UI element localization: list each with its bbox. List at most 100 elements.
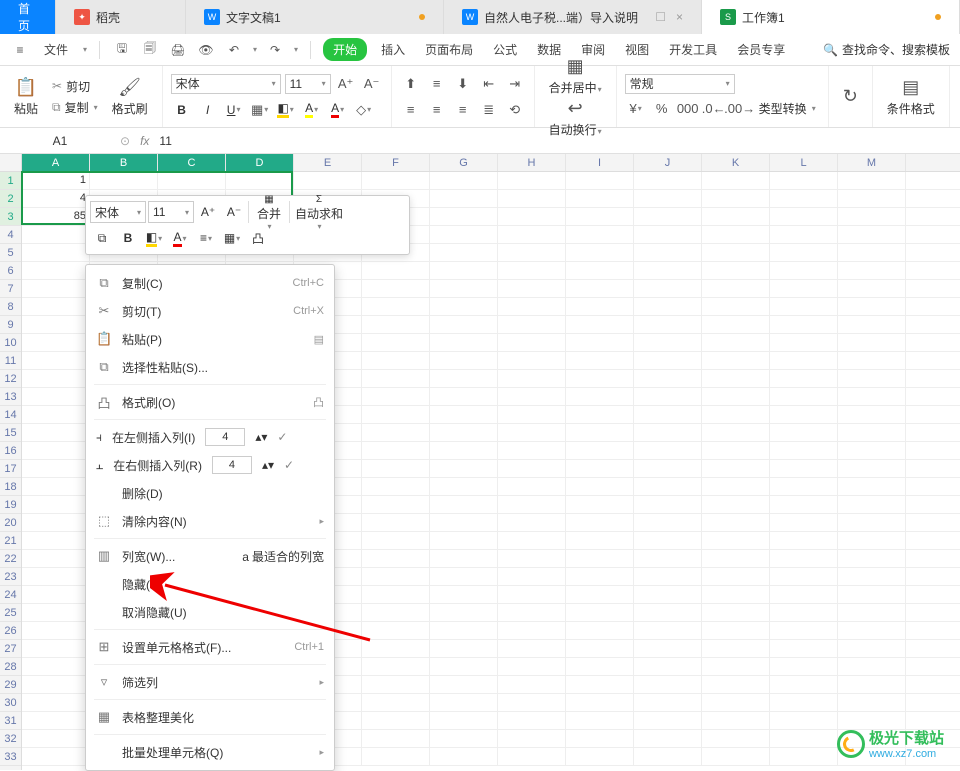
save-as-icon[interactable]: 🗐 xyxy=(140,40,160,60)
cell[interactable] xyxy=(838,316,906,333)
cell[interactable] xyxy=(430,460,498,477)
cell[interactable] xyxy=(22,748,90,765)
cell[interactable] xyxy=(634,460,702,477)
row-header[interactable]: 1 xyxy=(0,172,21,190)
type-convert-button[interactable]: 类型转换▾ xyxy=(755,99,820,118)
mini-font-color[interactable]: A▾ xyxy=(168,226,192,250)
undo-icon[interactable]: ↶ xyxy=(224,40,244,60)
row-header[interactable]: 11 xyxy=(0,352,21,370)
cell[interactable] xyxy=(22,262,90,279)
cell[interactable] xyxy=(22,298,90,315)
cell[interactable] xyxy=(498,190,566,207)
copy-button[interactable]: ⧉复制▾ xyxy=(48,98,102,117)
cell[interactable] xyxy=(838,352,906,369)
cell[interactable] xyxy=(566,568,634,585)
cell[interactable] xyxy=(430,658,498,675)
cell[interactable] xyxy=(498,694,566,711)
cell[interactable] xyxy=(362,478,430,495)
cell[interactable] xyxy=(770,352,838,369)
clear-format-button[interactable]: ◇▾ xyxy=(353,99,375,121)
cell[interactable] xyxy=(362,676,430,693)
cell[interactable] xyxy=(634,172,702,189)
cell[interactable] xyxy=(362,532,430,549)
cell[interactable] xyxy=(430,370,498,387)
row-header[interactable]: 8 xyxy=(0,298,21,316)
cell[interactable] xyxy=(498,478,566,495)
cell[interactable] xyxy=(362,388,430,405)
cell[interactable] xyxy=(770,676,838,693)
row-header[interactable]: 6 xyxy=(0,262,21,280)
cell[interactable] xyxy=(634,298,702,315)
row-header[interactable]: 24 xyxy=(0,586,21,604)
spinner-icon[interactable]: ▴▾ xyxy=(255,430,267,444)
cell[interactable] xyxy=(498,352,566,369)
comma-button[interactable]: 000 xyxy=(677,98,699,120)
cell[interactable] xyxy=(566,712,634,729)
col-header[interactable]: F xyxy=(362,154,430,171)
cell[interactable] xyxy=(498,298,566,315)
cell[interactable] xyxy=(294,172,362,189)
ctx-beautify[interactable]: ▦表格整理美化 xyxy=(86,703,334,731)
cell[interactable] xyxy=(838,244,906,261)
spinner-icon[interactable]: ▴▾ xyxy=(262,458,274,472)
cell[interactable] xyxy=(838,172,906,189)
cell[interactable] xyxy=(430,172,498,189)
cell[interactable] xyxy=(770,694,838,711)
insert-left-count[interactable] xyxy=(205,428,245,446)
cell[interactable] xyxy=(566,478,634,495)
cell[interactable] xyxy=(634,442,702,459)
col-header[interactable]: G xyxy=(430,154,498,171)
cell[interactable] xyxy=(634,244,702,261)
cell[interactable] xyxy=(634,568,702,585)
cell[interactable] xyxy=(498,388,566,405)
cell[interactable] xyxy=(702,748,770,765)
cell[interactable] xyxy=(498,550,566,567)
cell[interactable] xyxy=(702,676,770,693)
cell[interactable] xyxy=(566,640,634,657)
cell[interactable] xyxy=(22,442,90,459)
cell[interactable] xyxy=(770,262,838,279)
cell[interactable] xyxy=(498,604,566,621)
cell[interactable] xyxy=(702,370,770,387)
cell[interactable] xyxy=(770,370,838,387)
row-header[interactable]: 7 xyxy=(0,280,21,298)
cell[interactable] xyxy=(634,658,702,675)
cell[interactable] xyxy=(430,262,498,279)
ctx-cut[interactable]: ✂剪切(T)Ctrl+X xyxy=(86,297,334,325)
row-header[interactable]: 29 xyxy=(0,676,21,694)
cell[interactable] xyxy=(430,586,498,603)
cell[interactable] xyxy=(362,496,430,513)
cell[interactable] xyxy=(838,262,906,279)
row-header[interactable]: 25 xyxy=(0,604,21,622)
ctx-clear[interactable]: ⬚清除内容(N)▸ xyxy=(86,507,334,535)
align-bottom-button[interactable]: ⬇ xyxy=(452,73,474,95)
cell[interactable] xyxy=(22,370,90,387)
cell[interactable] xyxy=(498,514,566,531)
cell[interactable] xyxy=(838,460,906,477)
cell[interactable] xyxy=(634,586,702,603)
row-header[interactable]: 10 xyxy=(0,334,21,352)
font-increase-button[interactable]: A⁺ xyxy=(335,73,357,95)
tab-doc2[interactable]: W 自然人电子税...端）导入说明 ☐ × xyxy=(444,0,702,34)
cell[interactable] xyxy=(634,478,702,495)
cell[interactable] xyxy=(430,514,498,531)
cell[interactable] xyxy=(702,658,770,675)
cell[interactable] xyxy=(498,460,566,477)
row-header[interactable]: 23 xyxy=(0,568,21,586)
cancel-icon[interactable]: ⊙ xyxy=(120,134,130,148)
col-header[interactable]: M xyxy=(838,154,906,171)
cell[interactable] xyxy=(22,280,90,297)
cell[interactable] xyxy=(838,388,906,405)
mini-border[interactable]: ▦▾ xyxy=(220,226,244,250)
cut-button[interactable]: ✂剪切 xyxy=(48,77,102,96)
cell[interactable] xyxy=(702,514,770,531)
cell[interactable] xyxy=(430,712,498,729)
row-header[interactable]: 5 xyxy=(0,244,21,262)
cell[interactable] xyxy=(498,442,566,459)
cell[interactable] xyxy=(430,640,498,657)
row-header[interactable]: 18 xyxy=(0,478,21,496)
cell[interactable] xyxy=(430,676,498,693)
cell[interactable] xyxy=(770,568,838,585)
cell[interactable] xyxy=(566,208,634,225)
cell[interactable] xyxy=(702,280,770,297)
